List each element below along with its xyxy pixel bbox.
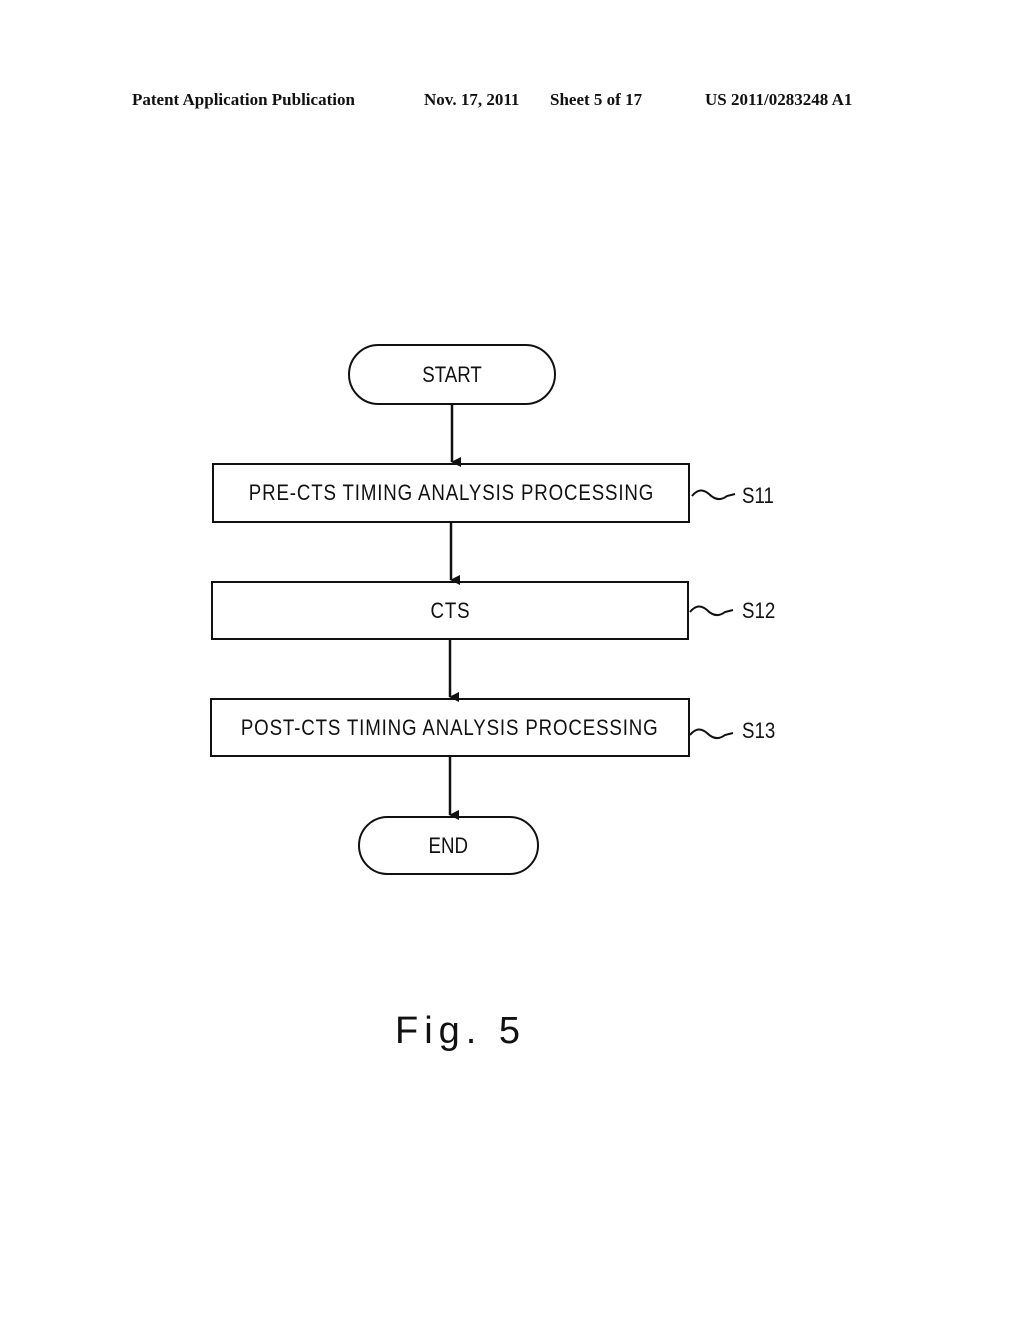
leader-s12 [689, 605, 734, 616]
process-box-s11: PRE-CTS TIMING ANALYSIS PROCESSING [212, 463, 690, 523]
connectors [448, 404, 736, 820]
leader-s13 [689, 728, 734, 739]
end-terminal: END [358, 816, 539, 875]
process-box-s13: POST-CTS TIMING ANALYSIS PROCESSING [210, 698, 690, 757]
process-label-s11: PRE-CTS TIMING ANALYSIS PROCESSING [248, 480, 654, 505]
figure-label: Fig. 5 [395, 1010, 527, 1052]
step-id-s13: S13 [742, 718, 776, 743]
start-terminal: START [348, 344, 556, 405]
process-box-s12: CTS [211, 581, 689, 640]
leader-s11 [691, 489, 736, 500]
process-label-s13: POST-CTS TIMING ANALYSIS PROCESSING [241, 714, 659, 740]
process-label-s12: CTS [430, 597, 470, 623]
end-label: END [428, 832, 469, 858]
start-label: START [422, 361, 482, 387]
step-id-s11: S11 [742, 483, 774, 508]
step-id-s12: S12 [742, 598, 776, 623]
